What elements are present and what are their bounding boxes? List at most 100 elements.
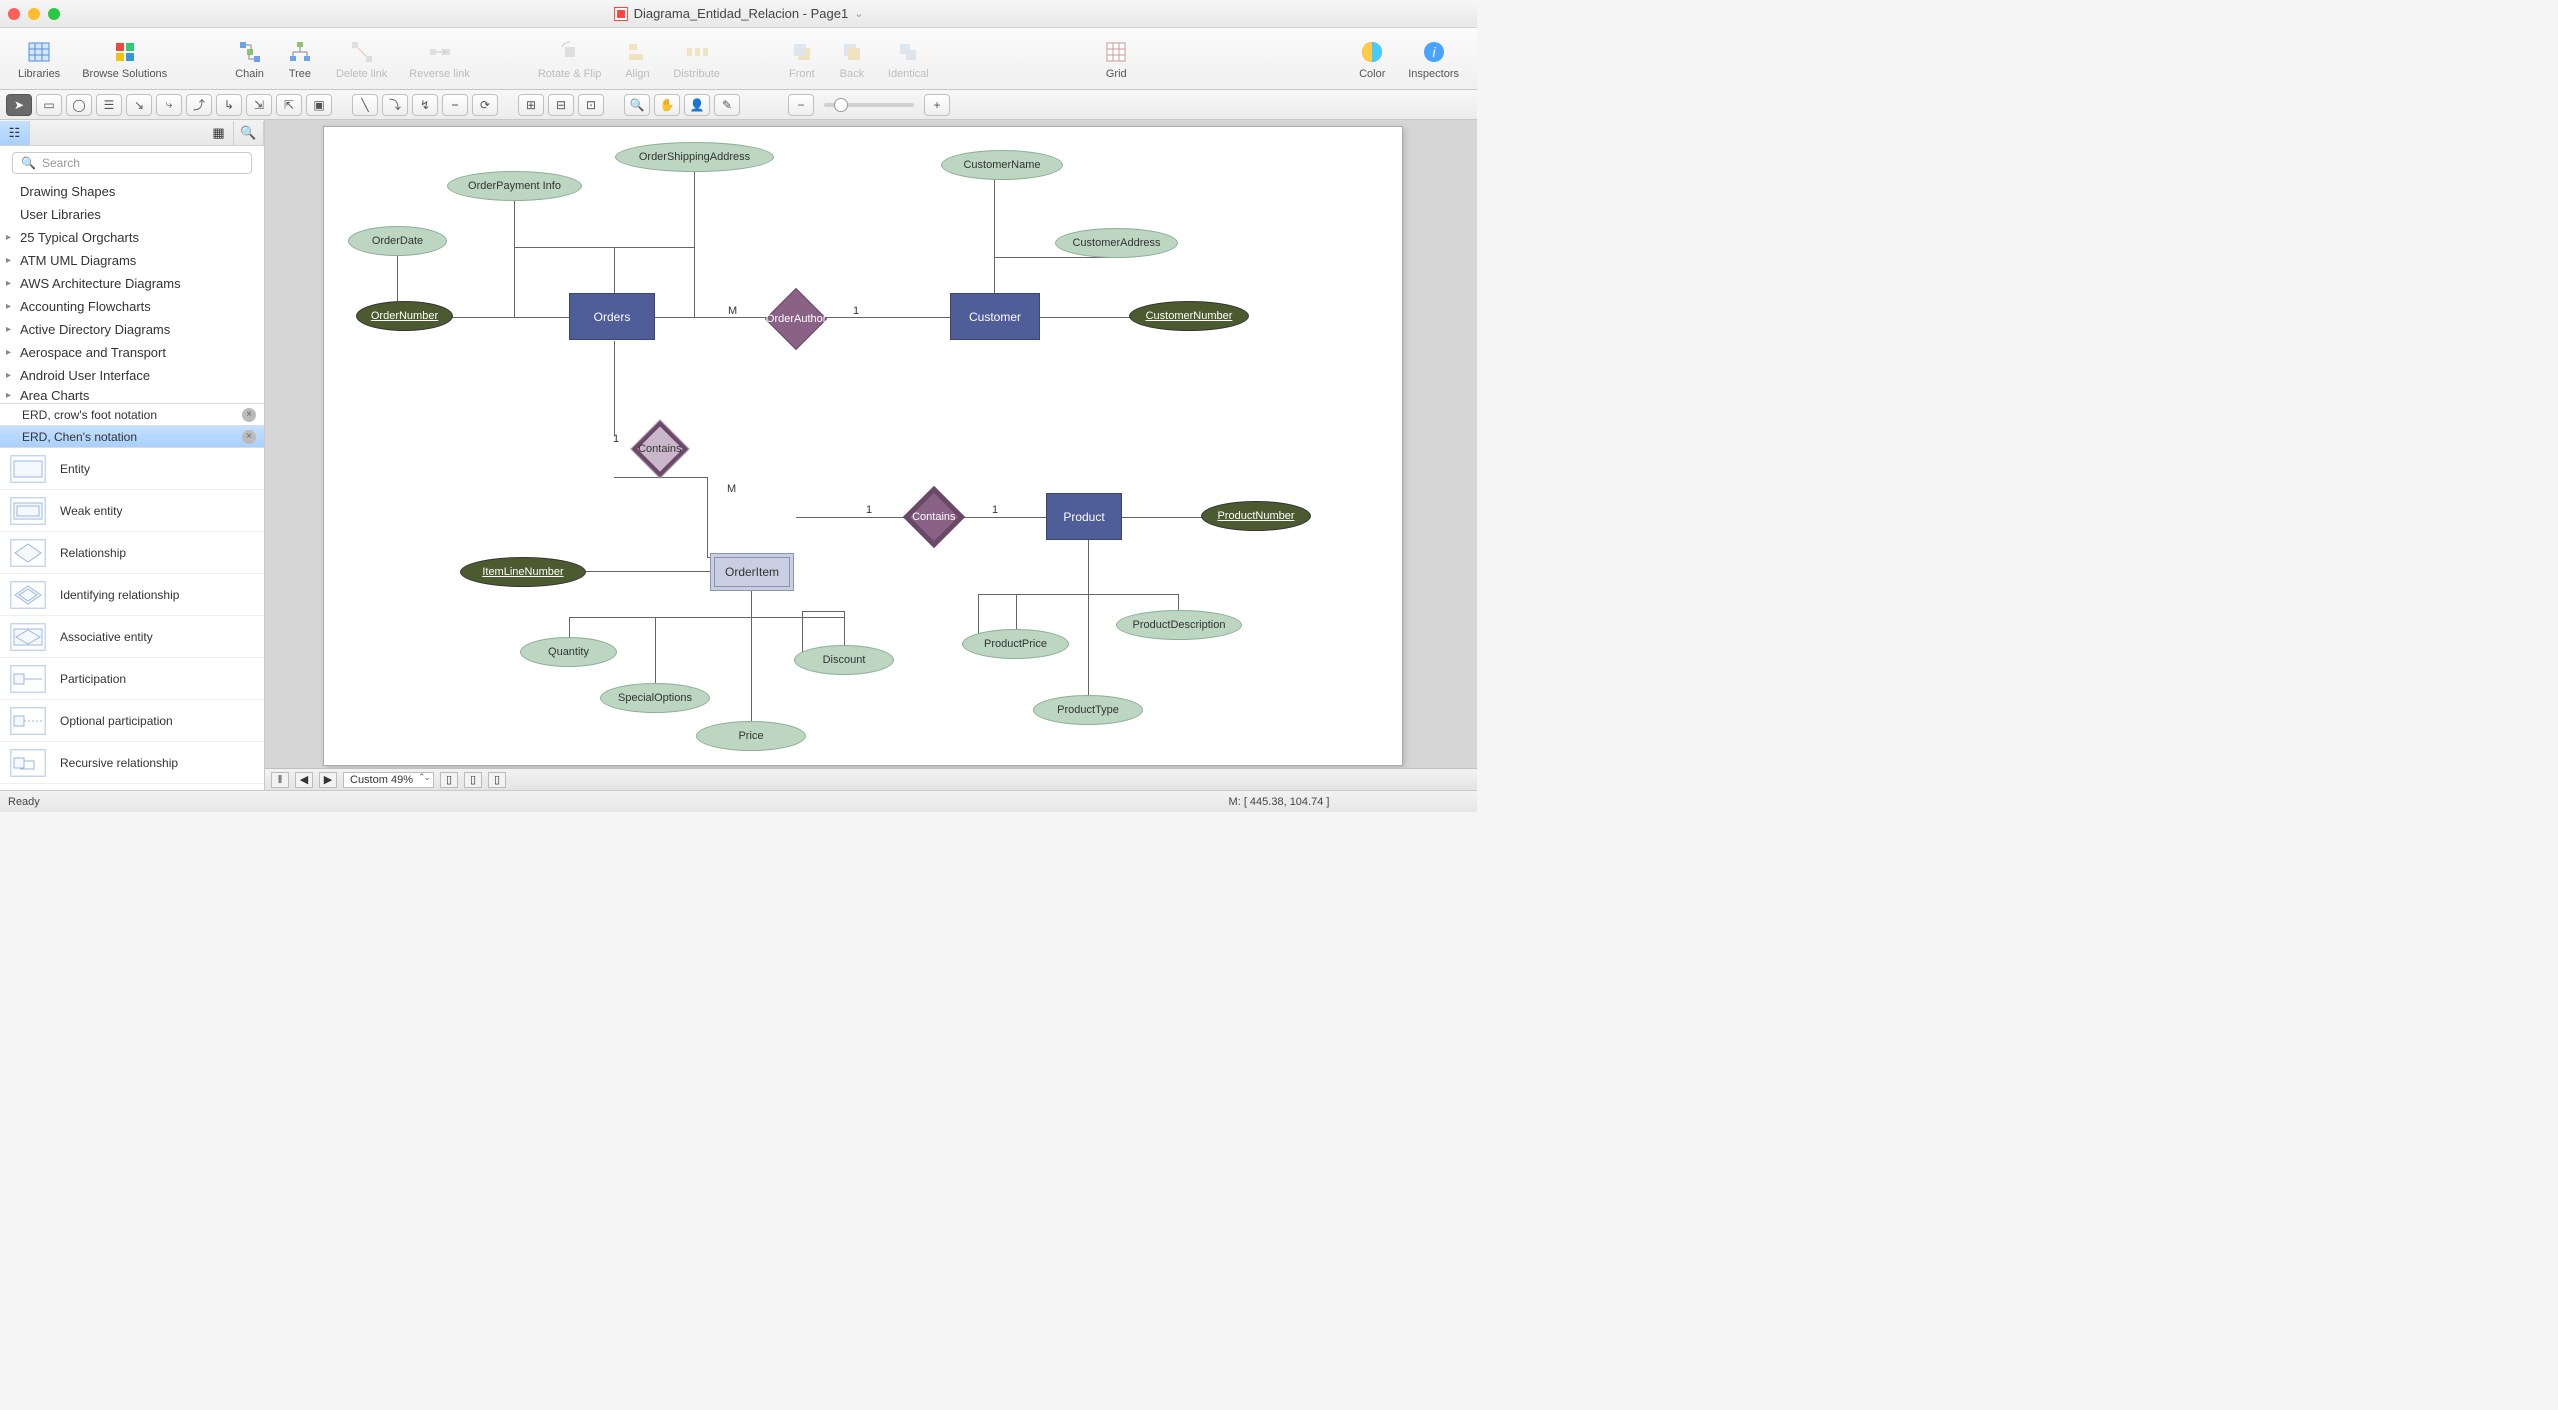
view-mode-2[interactable]: ▯ bbox=[464, 772, 482, 788]
connector-tool-4[interactable]: ↳ bbox=[216, 94, 242, 116]
rel-orderauthor[interactable]: OrderAuthor bbox=[765, 288, 827, 350]
lib-category[interactable]: Accounting Flowcharts bbox=[0, 295, 264, 318]
attr-ordernumber[interactable]: OrderNumber bbox=[356, 301, 453, 331]
lib-category[interactable]: ATM UML Diagrams bbox=[0, 249, 264, 272]
search-view-icon[interactable]: 🔍 bbox=[234, 121, 264, 145]
shape-identifying-relationship[interactable]: Identifying relationship bbox=[0, 574, 264, 616]
lib-category[interactable]: Aerospace and Transport bbox=[0, 341, 264, 364]
shape-relationship[interactable]: Relationship bbox=[0, 532, 264, 574]
line-tool-5[interactable]: ⟳ bbox=[472, 94, 498, 116]
group-tool-1[interactable]: ⊞ bbox=[518, 94, 544, 116]
line-tool-2[interactable]: ⤵ bbox=[382, 94, 408, 116]
attr-orderdate[interactable]: OrderDate bbox=[348, 226, 447, 256]
browse-button[interactable]: Browse Solutions bbox=[74, 36, 175, 82]
pause-icon[interactable]: ‖ bbox=[271, 772, 289, 788]
entity-customer[interactable]: Customer bbox=[950, 293, 1040, 340]
attr-producttype[interactable]: ProductType bbox=[1033, 695, 1143, 725]
next-icon[interactable]: ▶ bbox=[319, 772, 337, 788]
rel-contains-2[interactable]: Contains bbox=[903, 486, 965, 548]
shape-recursive-relationship[interactable]: Recursive relationship bbox=[0, 742, 264, 784]
group-tool-2[interactable]: ⊟ bbox=[548, 94, 574, 116]
color-button[interactable]: Color bbox=[1350, 36, 1394, 82]
line-tool-4[interactable]: ⎯ bbox=[442, 94, 468, 116]
rect-tool[interactable]: ▭ bbox=[36, 94, 62, 116]
canvas-area[interactable]: M 1 1 M 1 1 OrderDate OrderPayment Info … bbox=[265, 120, 1477, 790]
attr-productdescription[interactable]: ProductDescription bbox=[1116, 610, 1242, 640]
connector bbox=[514, 198, 515, 318]
lib-tab-crowsfoot[interactable]: ERD, crow's foot notation × bbox=[0, 403, 264, 425]
text-tool[interactable]: ☰ bbox=[96, 94, 122, 116]
lib-category[interactable]: Android User Interface bbox=[0, 364, 264, 387]
lib-category[interactable]: User Libraries bbox=[0, 203, 264, 226]
entity-orderitem[interactable]: OrderItem bbox=[710, 553, 794, 591]
maximize-icon[interactable] bbox=[48, 8, 60, 20]
prev-icon[interactable]: ◀ bbox=[295, 772, 313, 788]
attr-discount[interactable]: Discount bbox=[794, 645, 894, 675]
group-tool-3[interactable]: ⊡ bbox=[578, 94, 604, 116]
attr-productnumber[interactable]: ProductNumber bbox=[1201, 501, 1311, 531]
chain-button[interactable]: Chain bbox=[227, 36, 272, 82]
shape-associative-entity[interactable]: Associative entity bbox=[0, 616, 264, 658]
zoom-in-icon[interactable]: + bbox=[924, 94, 950, 116]
entity-product[interactable]: Product bbox=[1046, 493, 1122, 540]
grid-view-icon[interactable]: ▦ bbox=[204, 121, 234, 145]
view-mode-3[interactable]: ▯ bbox=[488, 772, 506, 788]
connector-tool-1[interactable]: ↘ bbox=[126, 94, 152, 116]
attr-ordershipping[interactable]: OrderShippingAddress bbox=[615, 142, 774, 172]
search-input[interactable]: 🔍 Search bbox=[12, 152, 252, 174]
view-mode-1[interactable]: ▯ bbox=[440, 772, 458, 788]
shape-weak-entity[interactable]: Weak entity bbox=[0, 490, 264, 532]
close-icon[interactable]: × bbox=[242, 408, 256, 422]
connector-tool-3[interactable]: ⤴ bbox=[186, 94, 212, 116]
attr-quantity[interactable]: Quantity bbox=[520, 637, 617, 667]
canvas[interactable]: M 1 1 M 1 1 OrderDate OrderPayment Info … bbox=[323, 126, 1403, 766]
zoom-select[interactable]: Custom 49% bbox=[343, 772, 434, 788]
connector-tool-2[interactable]: ⤷ bbox=[156, 94, 182, 116]
minimize-icon[interactable] bbox=[28, 8, 40, 20]
connector-tool-6[interactable]: ⇱ bbox=[276, 94, 302, 116]
zoom-in-tool[interactable]: 🔍 bbox=[624, 94, 650, 116]
connector-tool-5[interactable]: ⇲ bbox=[246, 94, 272, 116]
lib-category[interactable]: 25 Typical Orgcharts bbox=[0, 226, 264, 249]
attr-price[interactable]: Price bbox=[696, 721, 806, 751]
attr-customeraddress[interactable]: CustomerAddress bbox=[1055, 228, 1178, 258]
shape-participation[interactable]: Participation bbox=[0, 658, 264, 700]
ellipse-tool[interactable]: ◯ bbox=[66, 94, 92, 116]
line-tool-1[interactable]: ╲ bbox=[352, 94, 378, 116]
attr-specialoptions[interactable]: SpecialOptions bbox=[600, 683, 710, 713]
line-tool-3[interactable]: ↯ bbox=[412, 94, 438, 116]
grid-button[interactable]: Grid bbox=[1094, 36, 1138, 82]
lib-category[interactable]: AWS Architecture Diagrams bbox=[0, 272, 264, 295]
lib-tab-chen[interactable]: ERD, Chen's notation × bbox=[0, 425, 264, 447]
chevron-down-icon[interactable]: ⌄ bbox=[854, 7, 863, 20]
label: Delete link bbox=[336, 68, 387, 80]
lib-category[interactable]: Drawing Shapes bbox=[0, 180, 264, 203]
entity-orders[interactable]: Orders bbox=[569, 293, 655, 340]
attr-customernumber[interactable]: CustomerNumber bbox=[1129, 301, 1249, 331]
zoom-out-icon[interactable]: − bbox=[788, 94, 814, 116]
lib-category[interactable]: Area Charts bbox=[0, 387, 264, 403]
align-button: Align bbox=[615, 36, 659, 82]
attr-itemlinenumber[interactable]: ItemLineNumber bbox=[460, 557, 586, 587]
close-icon[interactable]: × bbox=[242, 430, 256, 444]
shape-entity[interactable]: Entity bbox=[0, 448, 264, 490]
attr-customername[interactable]: CustomerName bbox=[941, 150, 1063, 180]
pointer-tool[interactable]: ➤ bbox=[6, 94, 32, 116]
shape-attribute[interactable]: Attribute bbox=[0, 784, 264, 790]
pencil-tool[interactable]: ✎ bbox=[714, 94, 740, 116]
attr-orderpayment[interactable]: OrderPayment Info bbox=[447, 171, 582, 201]
zoom-slider[interactable] bbox=[824, 103, 914, 107]
inspectors-button[interactable]: i Inspectors bbox=[1400, 36, 1467, 82]
lib-category[interactable]: Active Directory Diagrams bbox=[0, 318, 264, 341]
shape-optional-participation[interactable]: Optional participation bbox=[0, 700, 264, 742]
attr-productprice[interactable]: ProductPrice bbox=[962, 629, 1069, 659]
close-icon[interactable] bbox=[8, 8, 20, 20]
rel-contains-1[interactable]: Contains bbox=[630, 419, 689, 478]
pan-tool[interactable]: ✋ bbox=[654, 94, 680, 116]
tree-button[interactable]: Tree bbox=[278, 36, 322, 82]
sidebar-filter[interactable] bbox=[30, 120, 204, 145]
connector-tool-7[interactable]: ▣ bbox=[306, 94, 332, 116]
libraries-button[interactable]: Libraries bbox=[10, 36, 68, 82]
user-tool[interactable]: 👤 bbox=[684, 94, 710, 116]
library-view-icon[interactable]: ☷ bbox=[0, 121, 30, 145]
